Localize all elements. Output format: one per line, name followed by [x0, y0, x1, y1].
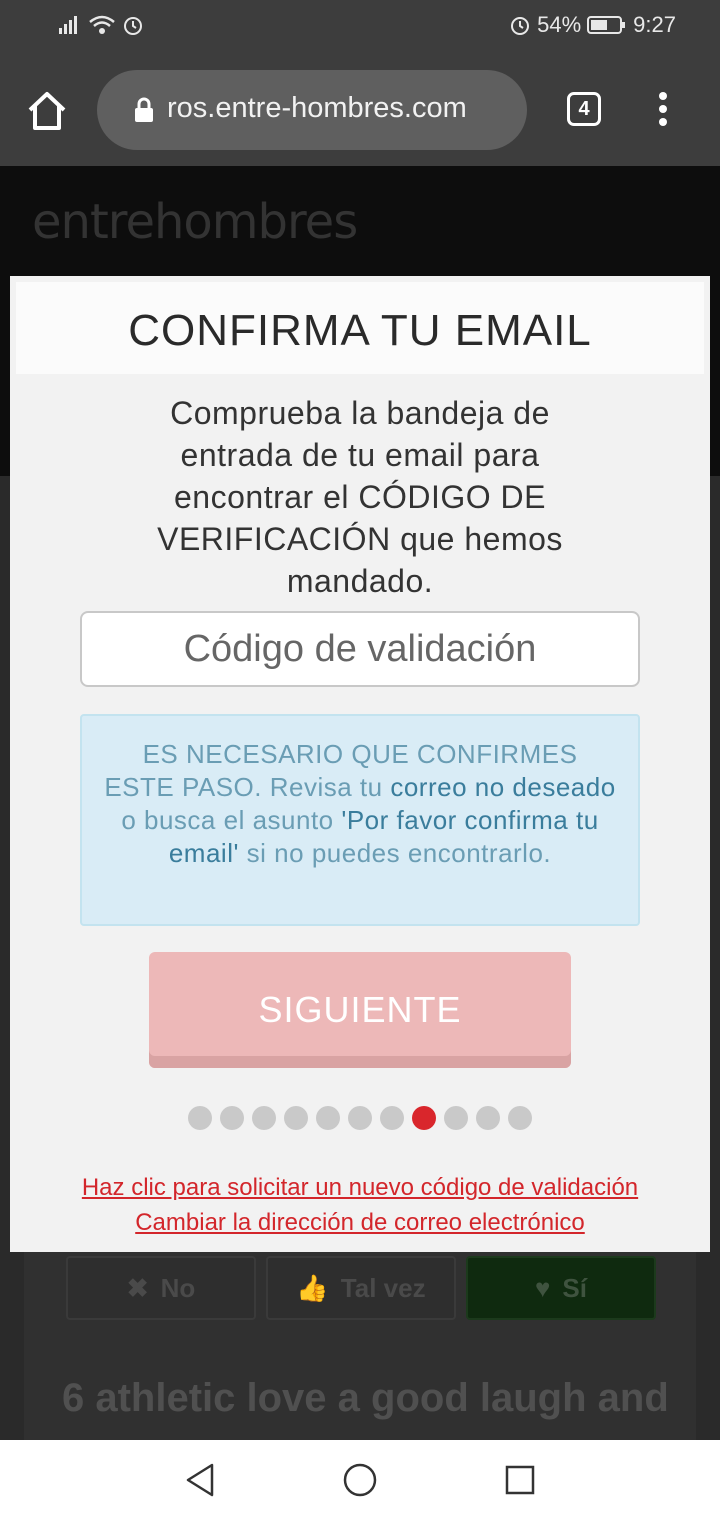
next-button[interactable]: SIGUIENTE: [149, 952, 571, 1068]
profile-description: 6 athletic love a good laugh and: [62, 1376, 669, 1420]
clock: 9:27: [633, 12, 676, 37]
progress-dot: [476, 1106, 500, 1130]
info-text-2: o busca el asunto: [121, 805, 342, 835]
back-icon[interactable]: [184, 1462, 216, 1498]
wifi-icon: [89, 15, 115, 34]
validation-code-input[interactable]: [80, 611, 640, 687]
progress-dots: [188, 1106, 532, 1130]
url-text: ros.entre-hombres.com: [167, 92, 467, 124]
alarm-icon: [511, 17, 530, 35]
progress-dot: [508, 1106, 532, 1130]
heart-icon: ♥: [534, 1272, 551, 1303]
modal-title: CONFIRMA TU EMAIL: [128, 306, 592, 355]
maybe-label: Tal vez: [340, 1272, 426, 1303]
thumbs-up-icon: 👍: [296, 1272, 329, 1303]
info-text-3: si no puedes encontrarlo.: [238, 838, 552, 868]
progress-dot-active: [412, 1106, 436, 1130]
status-bar: 54% 9:27: [0, 0, 720, 56]
home-nav-icon[interactable]: [342, 1462, 378, 1498]
modal-description: Comprueba la bandeja de entrada de tu em…: [157, 395, 563, 599]
progress-dot: [284, 1106, 308, 1130]
change-email-link[interactable]: Cambiar la dirección de correo electróni…: [10, 1209, 710, 1237]
request-new-code-link[interactable]: Haz clic para solicitar un nuevo código …: [10, 1174, 710, 1202]
progress-dot: [380, 1106, 404, 1130]
maybe-button: 👍 Tal vez: [266, 1256, 456, 1320]
battery-percent: 54%: [537, 12, 582, 37]
progress-dot: [348, 1106, 372, 1130]
no-button: ✖ No: [66, 1256, 256, 1320]
alarm-icon: [124, 17, 142, 35]
recent-apps-icon[interactable]: [504, 1464, 536, 1496]
overflow-menu-icon[interactable]: [655, 92, 671, 128]
progress-dot: [316, 1106, 340, 1130]
yes-label: Sí: [562, 1272, 587, 1303]
progress-dot: [444, 1106, 468, 1130]
battery-icon: [587, 16, 626, 34]
profile-actions: ✖ No 👍 Tal vez ♥ Sí: [66, 1256, 656, 1320]
no-label: No: [160, 1272, 196, 1303]
confirm-email-modal: CONFIRMA TU EMAIL Comprueba la bandeja d…: [10, 276, 710, 1252]
progress-dot: [252, 1106, 276, 1130]
site-logo: entrehombres: [32, 194, 358, 250]
yes-button: ♥ Sí: [466, 1256, 656, 1320]
progress-dot: [188, 1106, 212, 1130]
close-icon: ✖: [126, 1272, 149, 1303]
system-navigation-bar: [0, 1440, 720, 1520]
browser-toolbar: ros.entre-hombres.com 4: [0, 56, 720, 166]
address-bar[interactable]: ros.entre-hombres.com: [97, 70, 527, 150]
info-highlight-spam: correo no deseado: [390, 772, 616, 802]
lock-icon: [135, 97, 153, 122]
tab-switcher-button[interactable]: 4: [567, 92, 601, 126]
signal-icon: [59, 16, 77, 34]
modal-header: CONFIRMA TU EMAIL: [16, 282, 704, 374]
progress-dot: [220, 1106, 244, 1130]
home-icon[interactable]: [26, 90, 68, 132]
info-notice: ES NECESARIO QUE CONFIRMES ESTE PASO. Re…: [80, 714, 640, 926]
